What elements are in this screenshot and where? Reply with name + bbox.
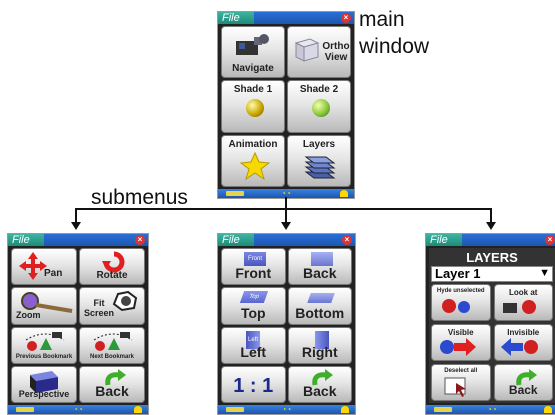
bottom-label: Bottom	[295, 304, 345, 321]
zoom-label: Zoom	[16, 309, 41, 320]
title-bar: File ×	[8, 234, 148, 246]
back-button[interactable]: Back	[287, 365, 352, 403]
deselect-all-button[interactable]: Deselect all	[431, 364, 491, 401]
chevron-down-icon[interactable]: ▼	[539, 267, 550, 279]
back-button[interactable]: Back	[493, 364, 553, 401]
shapes-icon	[442, 299, 470, 313]
zoom-button[interactable]: Zoom	[11, 287, 77, 325]
back-cube-icon	[310, 252, 333, 266]
title-bar: File ×	[218, 234, 355, 246]
next-bookmark-button[interactable]: Next Bookmark	[79, 326, 145, 364]
cursor-icon	[444, 377, 466, 397]
hide-unselected-button[interactable]: Hyde unselected	[431, 284, 491, 321]
status-indicator-icon: ◔◔	[487, 405, 497, 414]
back-button[interactable]: Back	[79, 365, 145, 403]
layers-panel: LAYERS Layer 1 ▼ Hyde unselected Look at…	[429, 248, 555, 403]
next-bookmark-label: Next Bookmark	[89, 353, 134, 360]
signal-icon	[544, 406, 552, 413]
look-at-label: Look at	[509, 288, 538, 297]
close-icon[interactable]: ×	[135, 235, 145, 245]
perspective-label: Perspective	[18, 389, 70, 399]
visible-arrow-icon	[440, 338, 476, 356]
pan-button[interactable]: Pan	[11, 248, 77, 286]
hide-unselected-label: Hyde unselected	[436, 288, 485, 294]
invisible-arrow-icon	[500, 338, 538, 356]
status-indicator-icon: ◔◔	[73, 405, 83, 414]
left-view-button[interactable]: Left Left	[221, 326, 286, 364]
arrow-right	[486, 222, 496, 230]
layer-select-value: Layer 1	[435, 266, 481, 281]
file-menu[interactable]: File	[426, 234, 462, 246]
back-view-button[interactable]: Back	[287, 248, 352, 286]
arrow-middle	[281, 222, 291, 230]
status-bar: ◔◔	[218, 405, 355, 414]
layers-title: LAYERS	[466, 250, 518, 265]
invisible-label: Invisible	[507, 328, 540, 337]
right-view-button[interactable]: Right	[287, 326, 352, 364]
left-label: Left	[240, 343, 267, 360]
close-icon[interactable]: ×	[342, 235, 352, 245]
one-to-one-label: 1 : 1	[233, 374, 274, 397]
ortho-view-submenu: File × Front Front Back Top Top Bottom L…	[217, 233, 356, 415]
front-cube-icon: Front	[244, 252, 266, 266]
one-to-one-button[interactable]: 1 : 1	[221, 365, 286, 403]
rotate-button[interactable]: Rotate	[79, 248, 145, 286]
perspective-button[interactable]: Perspective	[11, 365, 77, 403]
layer-select[interactable]: Layer 1 ▼	[431, 266, 553, 282]
bottom-cube-icon	[306, 293, 335, 304]
invisible-button[interactable]: Invisible	[493, 324, 553, 361]
back-label: Back	[303, 383, 337, 399]
title-bar: File ×	[426, 234, 555, 246]
back-label: Back	[508, 383, 538, 397]
top-view-button[interactable]: Top Top	[221, 287, 286, 325]
status-bar: ◔◔	[426, 405, 555, 414]
previous-bookmark-button[interactable]: Previous Bookmark	[11, 326, 77, 364]
navigate-submenu: File × Pan Rotate Zoom Fit Screen Previo…	[7, 233, 149, 415]
status-indicator-icon: ◔◔	[281, 405, 292, 414]
layers-submenu: File × LAYERS Layer 1 ▼ Hyde unselected …	[425, 233, 555, 415]
camera-target-icon	[502, 300, 536, 314]
file-menu[interactable]: File	[8, 234, 44, 246]
file-menu[interactable]: File	[218, 234, 254, 246]
fit-screen-button[interactable]: Fit Screen	[79, 287, 145, 325]
status-bar: ◔◔	[8, 405, 148, 414]
back-view-label: Back	[303, 265, 337, 282]
look-at-button[interactable]: Look at	[493, 284, 553, 321]
top-cube-icon: Top	[239, 291, 269, 304]
top-label: Top	[240, 304, 266, 321]
rotate-label: Rotate	[96, 270, 128, 282]
fit-screen-label: Fit Screen	[83, 298, 115, 319]
visible-button[interactable]: Visible	[431, 324, 491, 361]
visible-label: Visible	[447, 328, 474, 337]
signal-icon	[341, 406, 349, 413]
bookmark-scene-icon	[93, 331, 133, 351]
front-view-button[interactable]: Front Front	[221, 248, 286, 286]
bookmark-scene-icon	[25, 331, 65, 351]
diagram-canvas: { "labels": { "main_line1": "main", "mai…	[0, 0, 555, 415]
previous-bookmark-label: Previous Bookmark	[15, 353, 73, 360]
bottom-view-button[interactable]: Bottom	[287, 287, 352, 325]
pan-label: Pan	[44, 268, 63, 280]
right-label: Right	[301, 343, 338, 360]
close-icon[interactable]: ×	[545, 235, 555, 245]
back-label: Back	[95, 383, 129, 399]
deselect-all-label: Deselect all	[444, 368, 478, 374]
signal-icon	[134, 406, 142, 413]
front-label: Front	[235, 265, 272, 282]
arrow-left	[71, 222, 81, 230]
